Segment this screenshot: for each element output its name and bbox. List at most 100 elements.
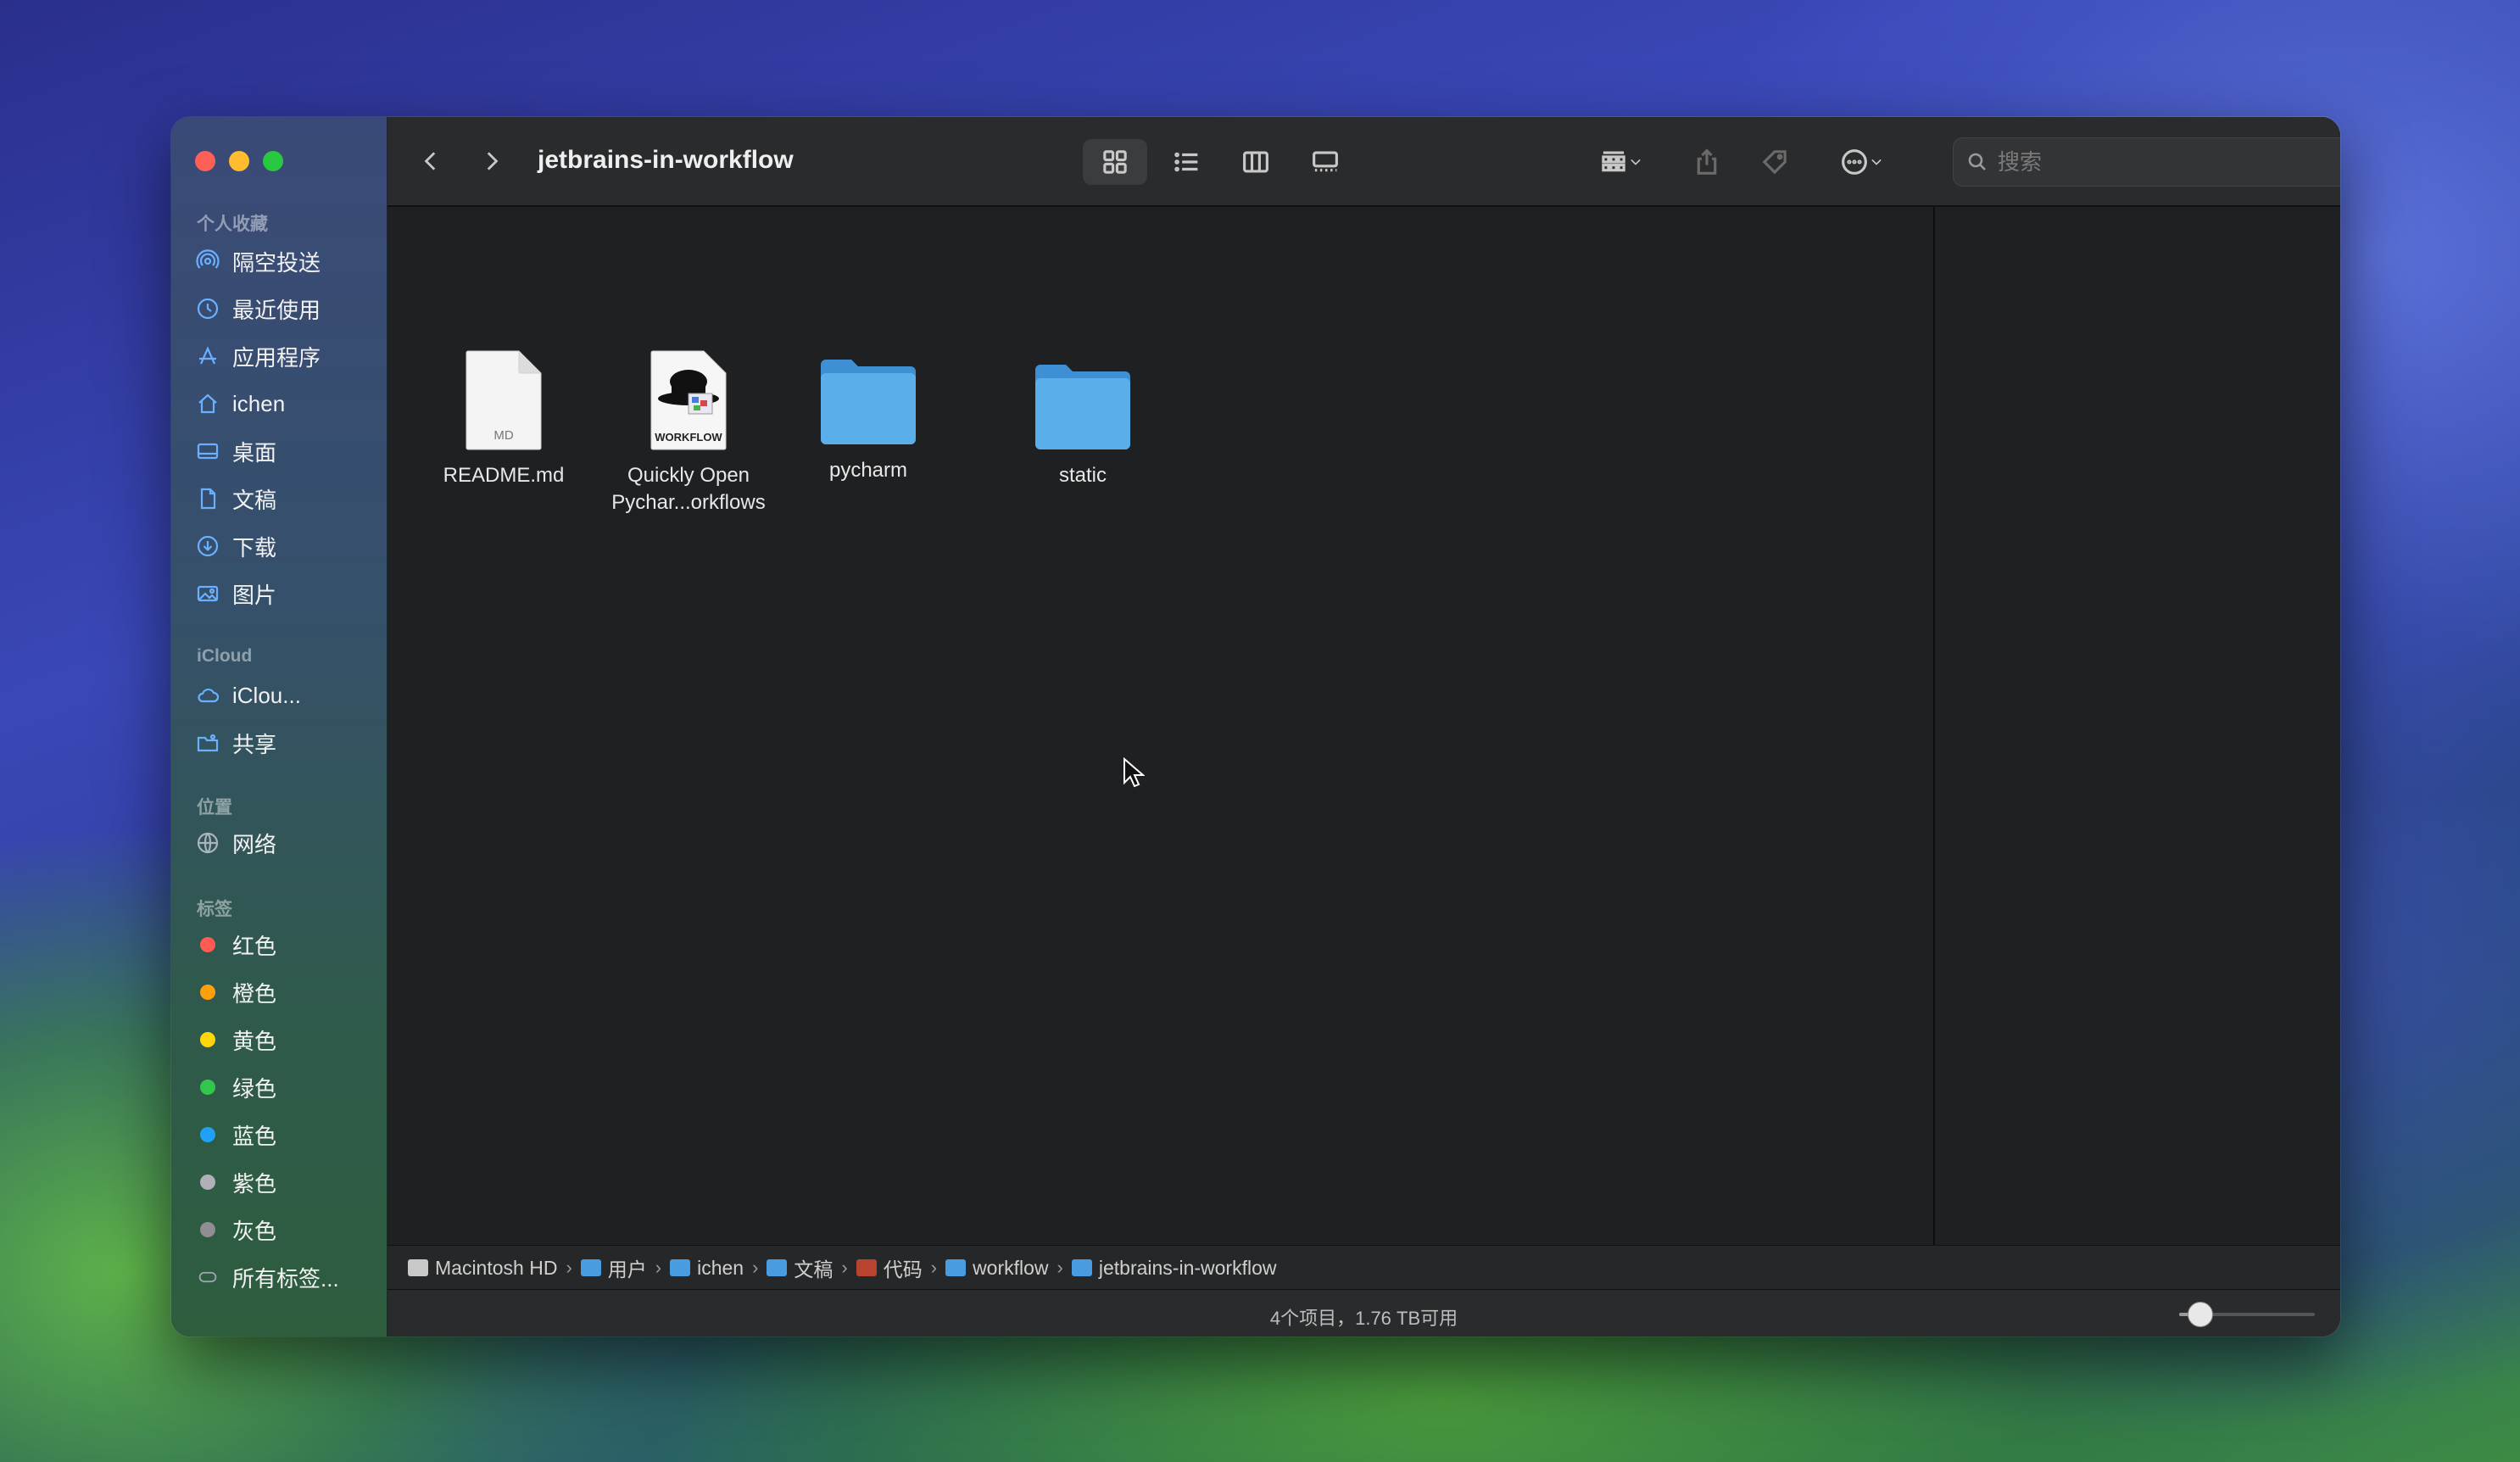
sidebar: 个人收藏 隔空投送 最近使用 应用程序 ichen 桌面 文稿 下载 图片 iC… [171, 117, 387, 1336]
tags-header: 标签 [197, 900, 232, 919]
sidebar-item-icloud-drive[interactable]: iClou... [195, 678, 301, 712]
folder-item-pycharm[interactable]: pycharm [767, 358, 970, 484]
sidebar-item-label: 黄色 [232, 1028, 277, 1054]
path-crumb-macintosh-hd[interactable]: Macintosh HD [408, 1257, 557, 1280]
document-icon [195, 486, 220, 511]
zoom-button[interactable] [263, 151, 283, 171]
file-item-workflow[interactable]: WORKFLOW Quickly Open Pychar...orkflows [587, 349, 790, 516]
file-item-readme[interactable]: MD README.md [402, 349, 605, 489]
file-grid: MD README.md WORKFLOW Quickly Open Pycha… [387, 207, 1932, 1245]
gallery-view-button[interactable] [1293, 139, 1358, 185]
sidebar-item-recents[interactable]: 最近使用 [195, 292, 321, 326]
tag-icon [1762, 150, 1787, 175]
sidebar-item-label: 所有标签... [232, 1265, 339, 1292]
sidebar-item-label: ichen [232, 390, 286, 416]
sidebar-item-label: 桌面 [232, 439, 277, 466]
sidebar-all-tags[interactable]: 所有标签... [195, 1260, 339, 1294]
cloud-icon [195, 683, 220, 708]
close-button[interactable] [195, 151, 215, 171]
sidebar-tag-purple[interactable]: 紫色 [195, 1165, 276, 1199]
tag-yellow-dot-icon [200, 1032, 215, 1047]
mouse-pointer-icon [1123, 757, 1145, 788]
path-crumb-current[interactable]: jetbrains-in-workflow [1071, 1257, 1276, 1280]
sidebar-item-label: 红色 [232, 933, 277, 959]
list-view-button[interactable] [1154, 139, 1218, 185]
forward-button[interactable] [472, 142, 510, 180]
group-by-button[interactable] [1583, 139, 1659, 185]
sidebar-item-label: 图片 [232, 582, 277, 608]
sidebar-item-applications[interactable]: 应用程序 [195, 339, 321, 373]
chevron-right-icon [487, 152, 499, 170]
all-tags-icon [198, 1271, 217, 1283]
path-crumb-code[interactable]: 代码 [856, 1253, 923, 1282]
sidebar-tag-gray[interactable]: 灰色 [195, 1213, 276, 1247]
folder-icon [580, 1259, 601, 1276]
tag-gray-dot-icon [200, 1222, 215, 1237]
folder-icon [945, 1259, 967, 1276]
sidebar-item-network[interactable]: 网络 [195, 826, 276, 860]
preview-pane [1933, 207, 2340, 1245]
icon-size-slider[interactable] [2179, 1302, 2315, 1327]
minimize-button[interactable] [229, 151, 249, 171]
list-view-icon [1174, 152, 1198, 172]
share-button[interactable] [1685, 139, 1729, 185]
path-crumb-users[interactable]: 用户 [580, 1253, 647, 1282]
sidebar-item-shared[interactable]: 共享 [195, 726, 276, 760]
path-bar: Macintosh HD › 用户 › ichen › 文稿 › 代码 › wo… [387, 1245, 2340, 1290]
path-crumb-documents[interactable]: 文稿 [767, 1253, 833, 1282]
slider-knob[interactable] [2188, 1302, 2213, 1327]
back-button[interactable] [413, 142, 450, 180]
group-grid-icon [1602, 151, 1625, 172]
toolbar: jetbrains-in-workflow [387, 117, 2340, 207]
locations-header: 位置 [197, 798, 232, 817]
sidebar-tag-red[interactable]: 红色 [195, 928, 276, 962]
folder-icon [821, 360, 916, 444]
sidebar-item-airdrop[interactable]: 隔空投送 [195, 244, 321, 278]
chevron-right-icon: › [655, 1257, 662, 1278]
icon-view-button[interactable] [1083, 139, 1147, 185]
window-title: jetbrains-in-workflow [538, 146, 794, 174]
sidebar-item-label: 应用程序 [232, 344, 321, 371]
search-input[interactable] [1996, 148, 2340, 176]
path-crumb-ichen[interactable]: ichen [670, 1257, 744, 1280]
sidebar-item-documents[interactable]: 文稿 [195, 482, 276, 516]
folder-item-static[interactable]: static [981, 363, 1185, 489]
sidebar-tag-blue[interactable]: 蓝色 [195, 1118, 276, 1152]
sidebar-item-label: 文稿 [232, 487, 277, 513]
sidebar-tag-yellow[interactable]: 黄色 [195, 1023, 276, 1057]
desktop-icon [195, 438, 220, 464]
svg-text:WORKFLOW: WORKFLOW [655, 431, 722, 444]
sidebar-item-label: 橙色 [232, 980, 277, 1007]
status-text: 4个项目，1.76 TB可用 [1269, 1308, 1458, 1329]
tag-button[interactable] [1753, 139, 1797, 185]
sidebar-item-label: 绿色 [232, 1075, 277, 1102]
chevron-right-icon: › [841, 1257, 848, 1278]
svg-text:MD: MD [493, 428, 513, 443]
column-view-button[interactable] [1224, 139, 1288, 185]
sidebar-item-label: 紫色 [232, 1170, 277, 1197]
chevron-down-icon [1631, 159, 1641, 165]
sidebar-tag-orange[interactable]: 橙色 [195, 975, 276, 1009]
applications-icon [195, 343, 220, 369]
sidebar-tag-green[interactable]: 绿色 [195, 1070, 276, 1104]
sidebar-item-home[interactable]: ichen [195, 387, 285, 421]
sidebar-item-label: 网络 [232, 831, 277, 857]
search-field[interactable] [1953, 137, 2340, 187]
more-ellipsis-icon [1842, 149, 1867, 175]
chevron-right-icon: › [566, 1257, 572, 1278]
sidebar-item-label: 灰色 [232, 1218, 277, 1244]
path-crumb-workflow[interactable]: workflow [945, 1257, 1049, 1280]
chevron-right-icon: › [752, 1257, 759, 1278]
sidebar-item-desktop[interactable]: 桌面 [195, 434, 276, 468]
folder-icon [1071, 1259, 1092, 1276]
shared-folder-icon [195, 730, 220, 756]
favorites-header: 个人收藏 [197, 215, 268, 234]
folder-icon [1035, 365, 1130, 449]
airdrop-icon [195, 248, 220, 274]
finder-window: 个人收藏 隔空投送 最近使用 应用程序 ichen 桌面 文稿 下载 图片 iC… [171, 117, 2340, 1336]
sidebar-item-pictures[interactable]: 图片 [195, 577, 276, 611]
sidebar-item-downloads[interactable]: 下载 [195, 529, 276, 563]
file-name: README.md [443, 464, 565, 487]
action-menu-button[interactable] [1826, 139, 1898, 185]
clock-icon [195, 296, 220, 321]
